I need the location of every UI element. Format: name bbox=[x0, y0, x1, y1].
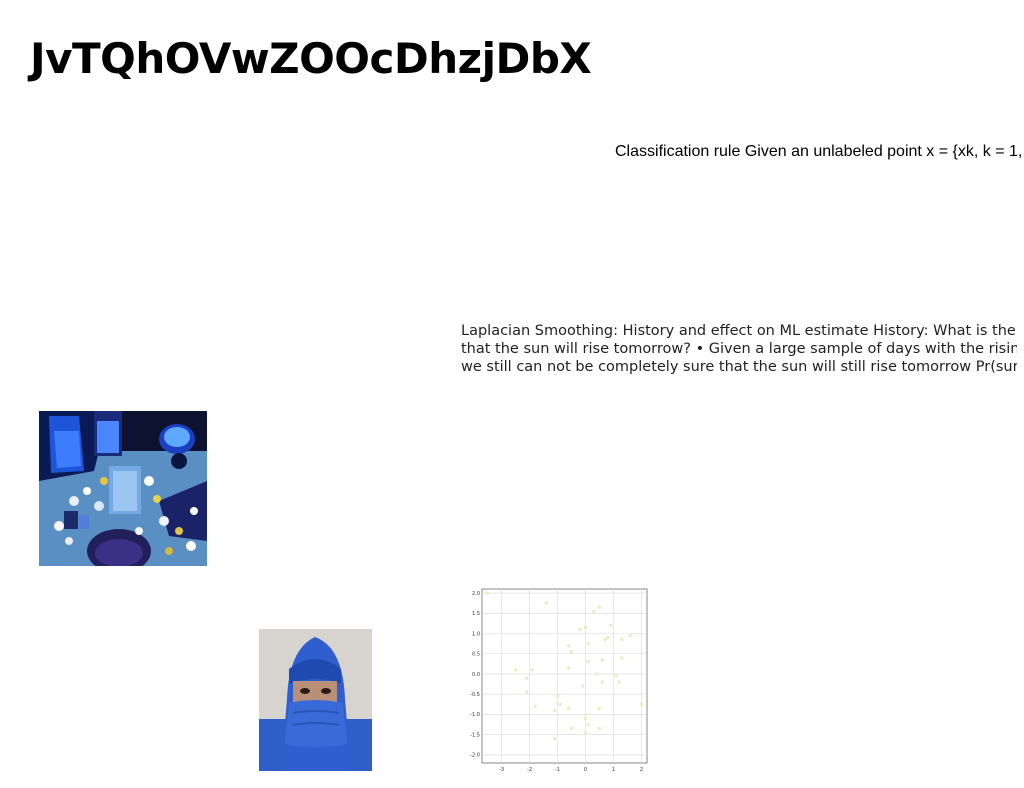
scatter-point bbox=[600, 680, 604, 684]
scatter-point bbox=[606, 635, 610, 640]
scatter-point bbox=[586, 641, 590, 646]
x-tick-label: -1 bbox=[555, 767, 560, 773]
scatter-point bbox=[513, 668, 518, 672]
y-tick-label: 0.0 bbox=[472, 672, 480, 678]
scatter-point bbox=[525, 676, 529, 680]
scatter-point bbox=[614, 674, 618, 678]
scatter-point bbox=[583, 625, 588, 630]
scatter-point bbox=[617, 680, 621, 684]
scatter-point bbox=[597, 605, 602, 609]
scatter-point bbox=[530, 668, 535, 672]
scatter-point bbox=[628, 633, 632, 638]
x-tick-label: -3 bbox=[499, 767, 504, 773]
scatter-point bbox=[639, 702, 644, 707]
classification-text: Classification rule Given an unlabeled p… bbox=[615, 143, 1023, 160]
page-title: JvTQhOVwZOOcDhzjDbX bbox=[30, 34, 592, 83]
scatter-point bbox=[603, 637, 607, 642]
y-tick-label: 1.0 bbox=[472, 631, 480, 637]
y-tick-label: -1.0 bbox=[470, 712, 480, 718]
scatter-point bbox=[525, 690, 529, 694]
scatter-point bbox=[566, 666, 571, 670]
scatter-point bbox=[555, 694, 560, 698]
scatter-point bbox=[533, 704, 537, 709]
scatter-point bbox=[594, 672, 599, 676]
scatter-point bbox=[580, 684, 585, 688]
laplacian-line: we still can not be completely sure that… bbox=[461, 359, 1017, 375]
x-tick-label: 1 bbox=[612, 767, 615, 773]
scatter-point bbox=[600, 658, 604, 662]
scatter-point bbox=[620, 637, 624, 642]
scatter-point bbox=[485, 591, 490, 595]
x-tick-label: 2 bbox=[640, 767, 643, 773]
scatter-point bbox=[566, 643, 571, 648]
scatter-point bbox=[608, 623, 613, 628]
y-tick-label: 1.5 bbox=[472, 611, 480, 617]
scatter-point bbox=[586, 660, 590, 664]
portrait-image bbox=[259, 629, 372, 771]
y-tick-label: -2.0 bbox=[470, 753, 480, 759]
plot-frame bbox=[481, 588, 648, 764]
scatter-point bbox=[553, 737, 557, 741]
scatter-point bbox=[583, 730, 588, 735]
y-tick-label: -1.5 bbox=[470, 732, 480, 738]
portrait-photo bbox=[259, 629, 372, 771]
scatter-point bbox=[620, 656, 624, 660]
x-tick-label: -2 bbox=[527, 767, 532, 773]
lab-scene-photo bbox=[39, 411, 207, 566]
lab-scene-image bbox=[39, 411, 207, 566]
laplacian-line: Laplacian Smoothing: History and effect … bbox=[461, 323, 1016, 339]
scatter-point bbox=[569, 726, 574, 731]
scatter-point bbox=[597, 706, 602, 711]
y-tick-label: 2.0 bbox=[472, 591, 480, 597]
scatter-point bbox=[586, 722, 590, 727]
scatter-point bbox=[592, 609, 596, 613]
y-tick-label: -0.5 bbox=[470, 692, 480, 698]
scatter-point bbox=[569, 650, 574, 654]
y-tick-label: 0.5 bbox=[472, 652, 480, 658]
scatter-point bbox=[544, 601, 549, 605]
scatter-point bbox=[583, 716, 588, 721]
scatter-point bbox=[597, 726, 602, 731]
scatter-point bbox=[578, 627, 582, 632]
scatter-point bbox=[566, 706, 571, 711]
scatter-plot: -3 -2 -1 0 1 2 2.0 1.5 1.0 0.5 0.0 -0.5 -1.0 -1.5 -2.0 bbox=[470, 588, 648, 773]
laplacian-line: that the sun will rise tomorrow? • Given… bbox=[461, 341, 1017, 357]
x-tick-label: 0 bbox=[584, 767, 587, 773]
laplacian-smoothing-text: Laplacian Smoothing: History and effect … bbox=[461, 322, 1017, 376]
scatter-point bbox=[558, 702, 563, 707]
scatter-point bbox=[553, 708, 557, 713]
